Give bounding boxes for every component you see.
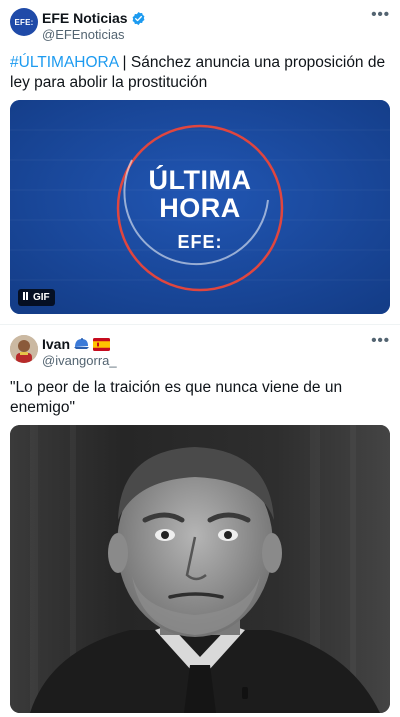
- gif-pause-button[interactable]: GIF: [18, 289, 55, 306]
- blue-cap-emoji-icon: [74, 338, 90, 349]
- handle[interactable]: @EFEnoticias: [42, 27, 125, 42]
- efe-brand-text: EFE:: [177, 232, 223, 252]
- tweet-media-gif[interactable]: ÚLTIMA HORA EFE: GIF: [10, 100, 390, 314]
- author-line: Ivan: [42, 336, 111, 352]
- ultima-text: ÚLTIMA: [148, 165, 252, 195]
- verified-badge-icon: [132, 11, 145, 25]
- avatar-portrait-icon: [10, 335, 38, 363]
- more-options-icon[interactable]: •••: [371, 6, 390, 23]
- display-name[interactable]: Ivan: [42, 336, 70, 352]
- hora-text: HORA: [159, 193, 241, 223]
- more-options-icon[interactable]: •••: [371, 332, 390, 349]
- tweet-media-photo[interactable]: [10, 425, 390, 713]
- gif-label: GIF: [33, 292, 50, 303]
- grayscale-portrait-photo: [10, 425, 390, 713]
- pause-icon: [23, 292, 29, 303]
- tweet-efe[interactable]: EFE: EFE Noticias @EFEnoticias ••• #ÚLTI…: [0, 0, 400, 324]
- display-name[interactable]: EFE Noticias: [42, 10, 128, 26]
- avatar-ivan[interactable]: [10, 335, 38, 363]
- efe-logo: EFE:: [14, 17, 34, 27]
- author-line: EFE Noticias: [42, 10, 146, 26]
- tweet-ivan[interactable]: Ivan @ivangorra_ ••• "Lo peor de la trai…: [0, 325, 400, 717]
- avatar-efe[interactable]: EFE:: [10, 8, 38, 36]
- spain-flag-emoji-icon: [93, 337, 111, 351]
- hashtag-link[interactable]: #ÚLTIMAHORA: [10, 54, 118, 71]
- handle[interactable]: @ivangorra_: [42, 353, 117, 368]
- tweet-text: "Lo peor de la traición es que nunca vie…: [10, 379, 343, 416]
- tweet-text: #ÚLTIMAHORA | Sánchez anuncia una propos…: [10, 53, 390, 93]
